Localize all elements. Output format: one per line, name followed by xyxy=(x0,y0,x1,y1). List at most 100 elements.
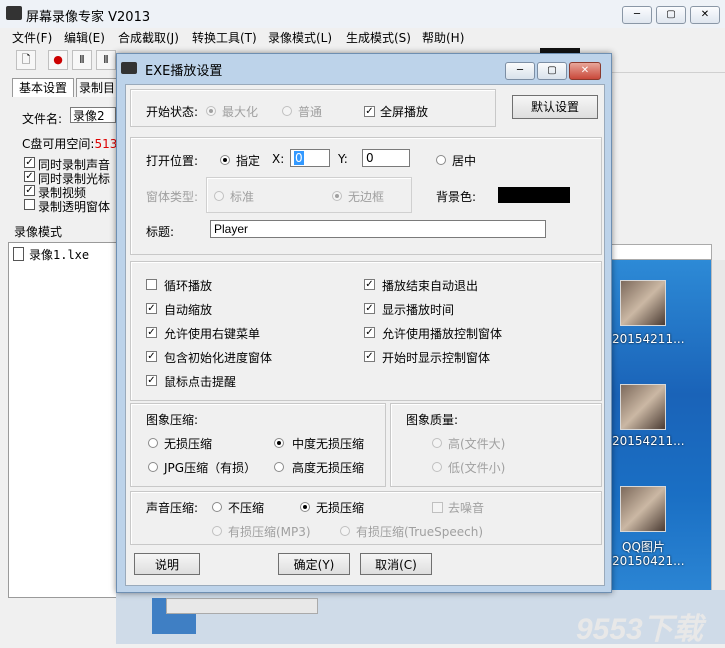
ok-button[interactable]: 确定(Y) xyxy=(278,553,350,575)
tab-basic-settings[interactable]: 基本设置 xyxy=(12,78,74,97)
menu-bar: 文件(F) 编辑(E) 合成截取(J) 转换工具(T) 录像模式(L) 生成模式… xyxy=(0,28,725,46)
checkbox-icon[interactable]: ✓ xyxy=(24,185,35,196)
pause-icon[interactable]: Ⅱ xyxy=(72,50,92,70)
title-input[interactable]: Player xyxy=(210,220,546,238)
radio-position-center[interactable] xyxy=(436,155,446,165)
radio-jpg-label: JPG压缩（有损） xyxy=(164,461,257,475)
photo-thumbnail-icon[interactable] xyxy=(620,280,666,326)
fullscreen-checkbox[interactable]: ✓ xyxy=(364,106,375,117)
desktop-icon-label: QQ图片 xyxy=(622,540,665,554)
x-label: X: xyxy=(272,152,285,166)
click-reminder-label: 鼠标点击提醒 xyxy=(164,375,237,389)
right-menu-checkbox[interactable]: ✓ xyxy=(146,327,157,338)
disk-space-label: C盘可用空间:5136 xyxy=(22,137,125,151)
start-state-label: 开始状态: xyxy=(146,105,199,119)
radio-lossless-label: 无损压缩 xyxy=(164,437,213,451)
photo-thumbnail-icon[interactable] xyxy=(620,384,666,430)
control-window-checkbox[interactable]: ✓ xyxy=(364,327,375,338)
x-input[interactable]: 0 xyxy=(290,149,330,167)
new-file-icon[interactable]: 🗋 xyxy=(16,50,36,70)
radio-normal[interactable] xyxy=(282,106,292,116)
radio-quality-high[interactable] xyxy=(432,438,442,448)
dialog-maximize-button[interactable]: ▢ xyxy=(537,62,567,80)
help-button[interactable]: 说明 xyxy=(134,553,200,575)
horizontal-scrollbar[interactable] xyxy=(166,598,318,614)
window-type-label: 窗体类型: xyxy=(146,190,199,204)
init-progress-checkbox[interactable]: ✓ xyxy=(146,351,157,362)
menu-help[interactable]: 帮助(H) xyxy=(422,29,464,46)
tab-record-target[interactable]: 录制目 xyxy=(76,78,118,97)
y-label: Y: xyxy=(338,152,348,166)
dialog-app-icon xyxy=(121,62,137,74)
checkbox-icon[interactable]: ✓ xyxy=(24,157,35,168)
qq-image-icon[interactable] xyxy=(620,486,666,532)
radio-normal-label: 普通 xyxy=(298,105,323,119)
fullscreen-label: 全屏播放 xyxy=(380,105,429,119)
auto-exit-label: 播放结束自动退出 xyxy=(382,279,479,293)
filename-input[interactable]: 录像2 xyxy=(70,107,116,123)
pause-icon-2[interactable]: Ⅱ xyxy=(96,50,116,70)
dialog-minimize-button[interactable]: ─ xyxy=(505,62,535,80)
menu-edit[interactable]: 编辑(E) xyxy=(64,29,105,46)
show-control-start-checkbox[interactable]: ✓ xyxy=(364,351,375,362)
show-time-checkbox[interactable]: ✓ xyxy=(364,303,375,314)
y-input[interactable]: 0 xyxy=(362,149,410,167)
radio-sound-mp3[interactable] xyxy=(212,526,222,536)
menu-convert[interactable]: 转换工具(T) xyxy=(192,29,257,46)
radio-quality-low-label: 低(文件小) xyxy=(448,461,506,475)
image-compress-label: 图象压缩: xyxy=(146,413,199,427)
click-reminder-checkbox[interactable]: ✓ xyxy=(146,375,157,386)
denoise-checkbox[interactable] xyxy=(432,502,443,513)
sound-compress-label: 声音压缩: xyxy=(146,501,199,515)
maximize-button[interactable]: ▢ xyxy=(656,6,686,24)
radio-maximize-label: 最大化 xyxy=(222,105,259,119)
radio-jpg[interactable] xyxy=(148,462,158,472)
radio-high-lossless[interactable] xyxy=(274,462,284,472)
checkbox-icon[interactable] xyxy=(24,199,35,210)
open-position-label: 打开位置: xyxy=(146,154,199,168)
title-label: 标题: xyxy=(146,225,175,239)
control-window-label: 允许使用播放控制窗体 xyxy=(382,327,503,341)
radio-medium-lossless[interactable] xyxy=(274,438,284,448)
loop-play-checkbox[interactable] xyxy=(146,279,157,290)
checkbox-icon[interactable]: ✓ xyxy=(24,171,35,182)
show-control-start-label: 开始时显示控制窗体 xyxy=(382,351,491,365)
radio-quality-low[interactable] xyxy=(432,462,442,472)
auto-scale-checkbox[interactable]: ✓ xyxy=(146,303,157,314)
show-time-label: 显示播放时间 xyxy=(382,303,455,317)
record-icon[interactable]: ● xyxy=(48,50,68,70)
radio-lossless[interactable] xyxy=(148,438,158,448)
radio-high-lossless-label: 高度无损压缩 xyxy=(292,461,365,475)
radio-window-standard[interactable] xyxy=(214,191,224,201)
filename-label: 文件名: xyxy=(22,112,63,126)
file-list[interactable]: 录像1.lxe xyxy=(8,242,118,598)
close-button[interactable]: ✕ xyxy=(690,6,720,24)
radio-maximize[interactable] xyxy=(206,106,216,116)
radio-sound-truespeech-label: 有损压缩(TrueSpeech) xyxy=(356,525,484,539)
scrollbar[interactable] xyxy=(711,260,725,596)
radio-sound-lossless[interactable] xyxy=(300,502,310,512)
radio-window-standard-label: 标准 xyxy=(230,190,255,204)
desktop-icon-label: 20154211... xyxy=(612,332,685,346)
radio-sound-truespeech[interactable] xyxy=(340,526,350,536)
menu-compose[interactable]: 合成截取(J) xyxy=(118,29,179,46)
radio-sound-lossless-label: 无损压缩 xyxy=(316,501,365,515)
menu-record-mode[interactable]: 录像模式(L) xyxy=(268,29,332,46)
desktop-icon-sublabel: 20150421... xyxy=(612,554,685,568)
dialog-title: EXE播放设置 xyxy=(145,64,223,79)
minimize-button[interactable]: ─ xyxy=(622,6,652,24)
default-settings-button[interactable]: 默认设置 xyxy=(512,95,598,119)
file-icon xyxy=(13,247,24,261)
init-progress-label: 包含初始化进度窗体 xyxy=(164,351,273,365)
app-icon xyxy=(6,6,22,20)
right-menu-label: 允许使用右键菜单 xyxy=(164,327,261,341)
bg-color-swatch[interactable] xyxy=(498,187,570,203)
radio-sound-none[interactable] xyxy=(212,502,222,512)
menu-generate-mode[interactable]: 生成模式(S) xyxy=(346,29,411,46)
radio-window-borderless[interactable] xyxy=(332,191,342,201)
menu-file[interactable]: 文件(F) xyxy=(12,29,52,46)
dialog-close-button[interactable]: ✕ xyxy=(569,62,601,80)
cancel-button[interactable]: 取消(C) xyxy=(360,553,432,575)
radio-position-specify[interactable] xyxy=(220,155,230,165)
auto-exit-checkbox[interactable]: ✓ xyxy=(364,279,375,290)
